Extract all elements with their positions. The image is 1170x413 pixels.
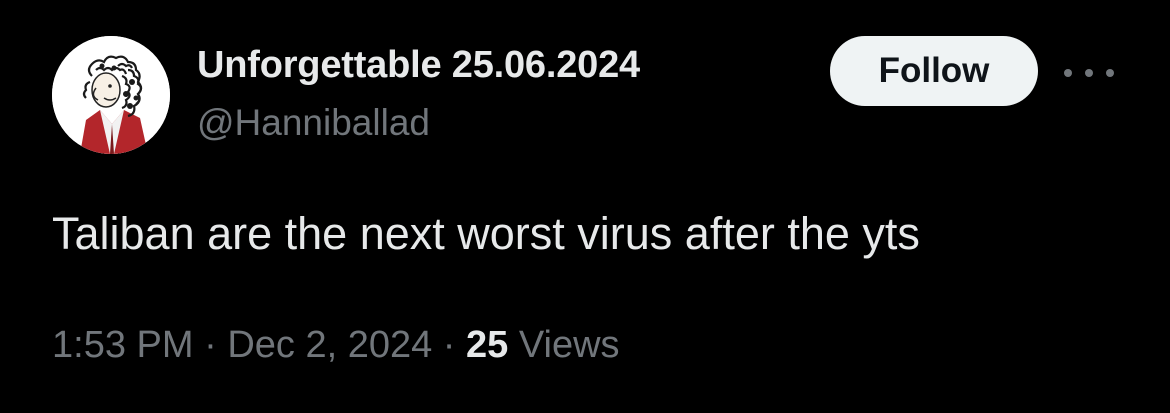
author-display-name[interactable]: Unforgettable 25.06.2024 [197,44,640,87]
meta-separator: · [442,324,456,366]
more-options-icon[interactable] [1064,58,1114,88]
avatar[interactable] [52,36,170,154]
views-label[interactable]: Views [519,324,620,366]
follow-button[interactable]: Follow [830,36,1038,106]
tweet-time[interactable]: 1:53 PM [52,324,194,366]
more-dot [1085,69,1093,77]
more-dot [1106,69,1114,77]
tweet-meta: 1:53 PM · Dec 2, 2024 · 25 Views [52,324,620,367]
meta-separator: · [204,324,217,366]
author-handle[interactable]: @Hanniballad [197,102,430,144]
more-dot [1064,69,1072,77]
tweet-date[interactable]: Dec 2, 2024 [227,324,432,366]
tweet-text: Taliban are the next worst virus after t… [52,208,920,259]
caricature-avatar-icon [52,36,170,154]
tweet-card: Unforgettable 25.06.2024 @Hanniballad Fo… [0,0,1170,413]
views-count[interactable]: 25 [466,324,508,366]
